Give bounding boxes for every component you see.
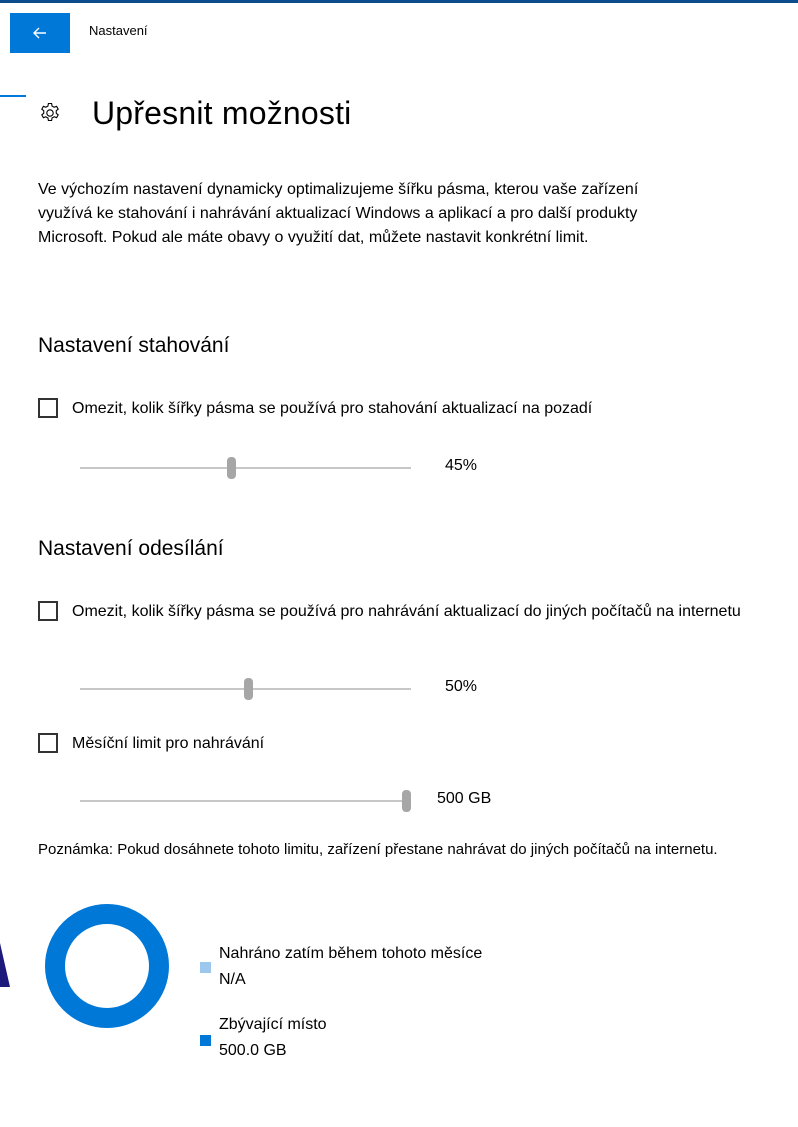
usage-donut-chart [45, 904, 169, 1028]
download-limit-label: Omezit, kolik šířky pásma se používá pro… [72, 400, 593, 417]
download-slider-value: 45% [445, 457, 478, 474]
legend-value-uploaded: N/A [219, 971, 246, 988]
usage-donut-ring [45, 904, 169, 1028]
back-button[interactable] [10, 13, 70, 53]
legend-label-uploaded: Nahráno zatím během tohoto měsíce [219, 945, 483, 962]
upload-slider-thumb[interactable] [244, 678, 253, 700]
limit-note: Poznámka: Pokud dosáhnete tohoto limitu,… [38, 841, 718, 858]
download-limit-row[interactable]: Omezit, kolik šířky pásma se používá pro… [38, 397, 762, 421]
legend-swatch-remaining [200, 1035, 211, 1046]
monthly-slider-thumb[interactable] [402, 790, 411, 812]
upload-slider-value: 50% [445, 678, 478, 695]
edge-artifact [0, 943, 10, 987]
legend-swatch-uploaded [200, 962, 211, 973]
app-title: Nastavení [89, 23, 148, 38]
gear-icon [41, 102, 59, 122]
nav-edge-indicator [0, 95, 26, 97]
page-header: Upřesnit možnosti [38, 88, 352, 138]
download-slider-track[interactable] [80, 467, 411, 469]
monthly-limit-label: Měsíční limit pro nahrávání [72, 735, 265, 752]
download-settings-heading: Nastavení stahování [38, 334, 230, 357]
back-arrow-icon [33, 27, 46, 39]
monthly-limit-row[interactable]: Měsíční limit pro nahrávání [38, 732, 762, 756]
upload-settings-heading: Nastavení odesílání [38, 537, 224, 560]
legend-label-remaining: Zbývající místo [219, 1016, 327, 1033]
upload-limit-row[interactable]: Omezit, kolik šířky pásma se používá pro… [38, 600, 762, 624]
monthly-slider-value: 500 GB [437, 790, 492, 807]
title-bar: Nastavení [0, 3, 798, 61]
page-title: Upřesnit možnosti [92, 94, 352, 131]
monthly-slider-track[interactable] [80, 800, 411, 802]
legend-value-remaining: 500.0 GB [219, 1042, 287, 1059]
intro-text: Ve výchozím nastavení dynamicky optimali… [38, 181, 639, 246]
upload-limit-label: Omezit, kolik šířky pásma se používá pro… [72, 603, 741, 620]
download-slider-thumb[interactable] [227, 457, 236, 479]
download-limit-checkbox[interactable] [38, 398, 58, 418]
upload-limit-checkbox[interactable] [38, 601, 58, 621]
monthly-limit-checkbox[interactable] [38, 733, 58, 753]
